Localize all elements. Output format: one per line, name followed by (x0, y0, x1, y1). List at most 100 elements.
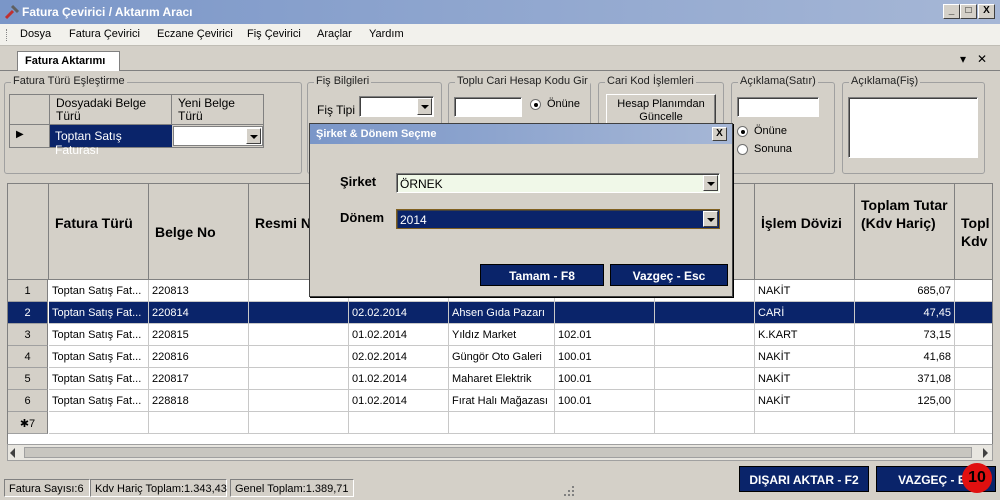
cell-belge-no[interactable]: 220816 (149, 346, 249, 368)
cell-toplam-kdv[interactable] (955, 280, 992, 302)
new-row-header[interactable]: ✱7 (8, 412, 48, 434)
cell-kod[interactable]: 100.01 (555, 346, 655, 368)
new-row-cell[interactable] (149, 412, 249, 434)
cell-toplam-kdv[interactable] (955, 368, 992, 390)
menu-fatura-cevirici[interactable]: Fatura Çevirici (69, 28, 140, 40)
cell-blank[interactable] (655, 368, 755, 390)
tab-dropdown-icon[interactable]: ▾ (960, 52, 966, 66)
cell-toplam-kdv[interactable] (955, 390, 992, 412)
cell-kod[interactable]: 100.01 (555, 390, 655, 412)
cell-islem-dovizi[interactable]: NAKİT (755, 390, 855, 412)
export-button[interactable]: DIŞARI AKTAR - F2 (739, 466, 869, 492)
row-header[interactable]: 5 (8, 368, 48, 390)
cell-cari[interactable]: Ahsen Gıda Pazarı (449, 302, 555, 324)
fis-tipi-combo[interactable] (359, 96, 434, 117)
cell-resmi-no[interactable] (249, 390, 349, 412)
scroll-thumb[interactable] (24, 447, 972, 458)
dialog-close-button[interactable]: X (712, 127, 727, 141)
menu-yardim[interactable]: Yardım (369, 28, 404, 40)
grid-horizontal-scrollbar[interactable] (7, 444, 993, 461)
row-header[interactable]: 3 (8, 324, 48, 346)
cell-tarih[interactable]: 01.02.2014 (349, 324, 449, 346)
chevron-down-icon[interactable] (703, 175, 718, 191)
cell-fatura-turu[interactable]: Toptan Satış Fat... (49, 346, 149, 368)
hesap-planindan-guncelle-button[interactable]: Hesap Planımdan Güncelle (606, 94, 716, 126)
cell-tarih[interactable]: 01.02.2014 (349, 368, 449, 390)
cell-fatura-turu[interactable]: Toptan Satış Fat... (49, 280, 149, 302)
menu-fis-cevirici[interactable]: Fiş Çevirici (247, 28, 301, 40)
chevron-down-icon[interactable] (246, 128, 261, 144)
new-row-cell[interactable] (49, 412, 149, 434)
cell-tarih[interactable]: 01.02.2014 (349, 390, 449, 412)
cell-islem-dovizi[interactable]: K.KART (755, 324, 855, 346)
new-row-cell[interactable] (755, 412, 855, 434)
row-header[interactable]: 2 (8, 302, 48, 324)
scroll-left-icon[interactable] (10, 448, 15, 458)
cell-cari[interactable]: Maharet Elektrik (449, 368, 555, 390)
cell-blank[interactable] (655, 390, 755, 412)
cell-belge-no[interactable]: 228818 (149, 390, 249, 412)
cell-belge-no[interactable]: 220814 (149, 302, 249, 324)
sirket-combo[interactable]: ÖRNEK (396, 173, 720, 193)
tab-fatura-aktarimi[interactable]: Fatura Aktarımı (17, 51, 120, 71)
new-row-cell[interactable] (655, 412, 755, 434)
cell-blank[interactable] (655, 324, 755, 346)
cell-belge-no[interactable]: 220815 (149, 324, 249, 346)
cell-kod[interactable] (555, 302, 655, 324)
cell-toplam-tutar[interactable]: 73,15 (855, 324, 955, 346)
new-row-cell[interactable] (349, 412, 449, 434)
cell-blank[interactable] (655, 346, 755, 368)
grid-header-fatura-turu[interactable]: Fatura Türü (49, 184, 149, 280)
dialog-ok-button[interactable]: Tamam - F8 (480, 264, 604, 286)
toplu-cari-input[interactable] (454, 97, 522, 117)
cell-toplam-tutar[interactable]: 47,45 (855, 302, 955, 324)
new-row-cell[interactable] (855, 412, 955, 434)
grid-header-toplam-kdv[interactable]: Topl Kdv (955, 184, 992, 280)
cell-belge-no[interactable]: 220813 (149, 280, 249, 302)
cell-fatura-turu[interactable]: Toptan Satış Fat... (49, 302, 149, 324)
cell-toplam-tutar[interactable]: 125,00 (855, 390, 955, 412)
donem-combo[interactable]: 2014 (396, 209, 720, 229)
tab-close-icon[interactable]: ✕ (977, 52, 987, 66)
row-header[interactable]: 1 (8, 280, 48, 302)
cell-resmi-no[interactable] (249, 302, 349, 324)
cell-toplam-kdv[interactable] (955, 302, 992, 324)
cell-fatura-turu[interactable]: Toptan Satış Fat... (49, 368, 149, 390)
cell-toplam-tutar[interactable]: 685,07 (855, 280, 955, 302)
mapping-source-cell[interactable]: Toptan Satış Faturası (50, 125, 172, 157)
cell-islem-dovizi[interactable]: NAKİT (755, 280, 855, 302)
menu-eczane-cevirici[interactable]: Eczane Çevirici (157, 28, 233, 40)
scroll-right-icon[interactable] (983, 448, 988, 458)
grid-header-belge-no[interactable]: Belge No (149, 184, 249, 280)
grid-header-islem-dovizi[interactable]: İşlem Dövizi (755, 184, 855, 280)
aciklama-satir-input[interactable] (737, 97, 819, 117)
cell-toplam-kdv[interactable] (955, 324, 992, 346)
cell-kod[interactable]: 102.01 (555, 324, 655, 346)
aciklama-satir-radio-onune[interactable] (737, 126, 748, 137)
cell-cari[interactable]: Fırat Halı Mağazası (449, 390, 555, 412)
cell-cari[interactable]: Yıldız Market (449, 324, 555, 346)
cell-kod[interactable]: 100.01 (555, 368, 655, 390)
cell-islem-dovizi[interactable]: CARİ (755, 302, 855, 324)
cell-fatura-turu[interactable]: Toptan Satış Fat... (49, 390, 149, 412)
resize-grip-icon[interactable] (563, 485, 575, 497)
menu-dosya[interactable]: Dosya (20, 28, 51, 40)
cell-tarih[interactable]: 02.02.2014 (349, 346, 449, 368)
row-header[interactable]: 4 (8, 346, 48, 368)
chevron-down-icon[interactable] (417, 98, 432, 115)
cell-tarih[interactable]: 02.02.2014 (349, 302, 449, 324)
cell-islem-dovizi[interactable]: NAKİT (755, 368, 855, 390)
row-header[interactable]: 6 (8, 390, 48, 412)
cell-resmi-no[interactable] (249, 324, 349, 346)
new-row-cell[interactable] (249, 412, 349, 434)
cell-fatura-turu[interactable]: Toptan Satış Fat... (49, 324, 149, 346)
cell-islem-dovizi[interactable]: NAKİT (755, 346, 855, 368)
close-button[interactable]: X (978, 4, 995, 19)
mapping-target-combo[interactable] (173, 126, 263, 146)
grid-header-toplam-tutar[interactable]: Toplam Tutar (Kdv Hariç) (855, 184, 955, 280)
cell-resmi-no[interactable] (249, 368, 349, 390)
new-row-cell[interactable] (955, 412, 992, 434)
aciklama-fis-textarea[interactable] (848, 97, 978, 158)
cell-blank[interactable] (655, 302, 755, 324)
aciklama-satir-radio-sonuna[interactable] (737, 144, 748, 155)
